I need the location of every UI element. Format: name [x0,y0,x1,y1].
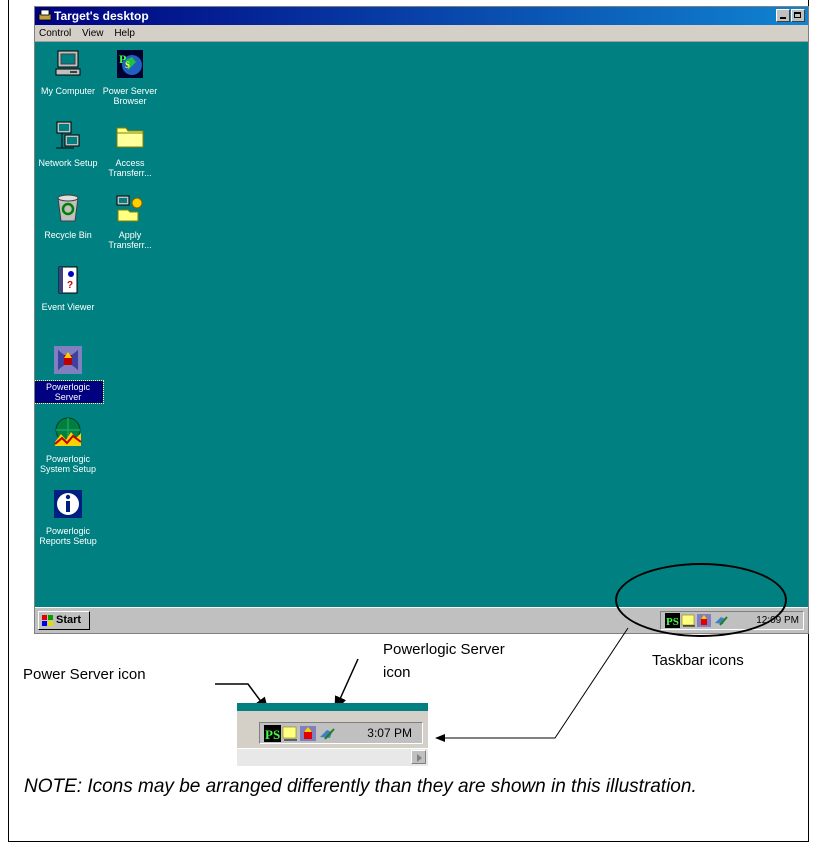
powerlogic-server-caption-line1: Powerlogic Server [383,641,505,658]
powerlogic-server-tray-icon [300,726,316,741]
inset-taskbar: PS 3:07 PM [237,711,428,766]
tray-zoom-inset: PS 3:07 PM [237,703,428,766]
inset-tray-icons: PS [264,725,335,742]
powerlogic-server-caption-line2: icon [383,664,411,681]
taskbar-icons-caption: Taskbar icons [652,652,744,669]
svg-text:PS: PS [265,727,280,742]
inset-desktop-strip [237,703,428,711]
inset-clock: 3:07 PM [367,726,412,740]
inset-scrollbar [237,748,428,766]
scroll-right-button[interactable] [411,750,426,764]
power-server-icon-caption: Power Server icon [23,666,146,683]
inset-system-tray: PS 3:07 PM [259,722,423,744]
power-server-tray-icon: PS [264,725,281,742]
speaker-tray-icon [320,728,335,740]
network-tray-icon [282,726,297,741]
note-text: NOTE: Icons may be arranged differently … [24,776,697,797]
